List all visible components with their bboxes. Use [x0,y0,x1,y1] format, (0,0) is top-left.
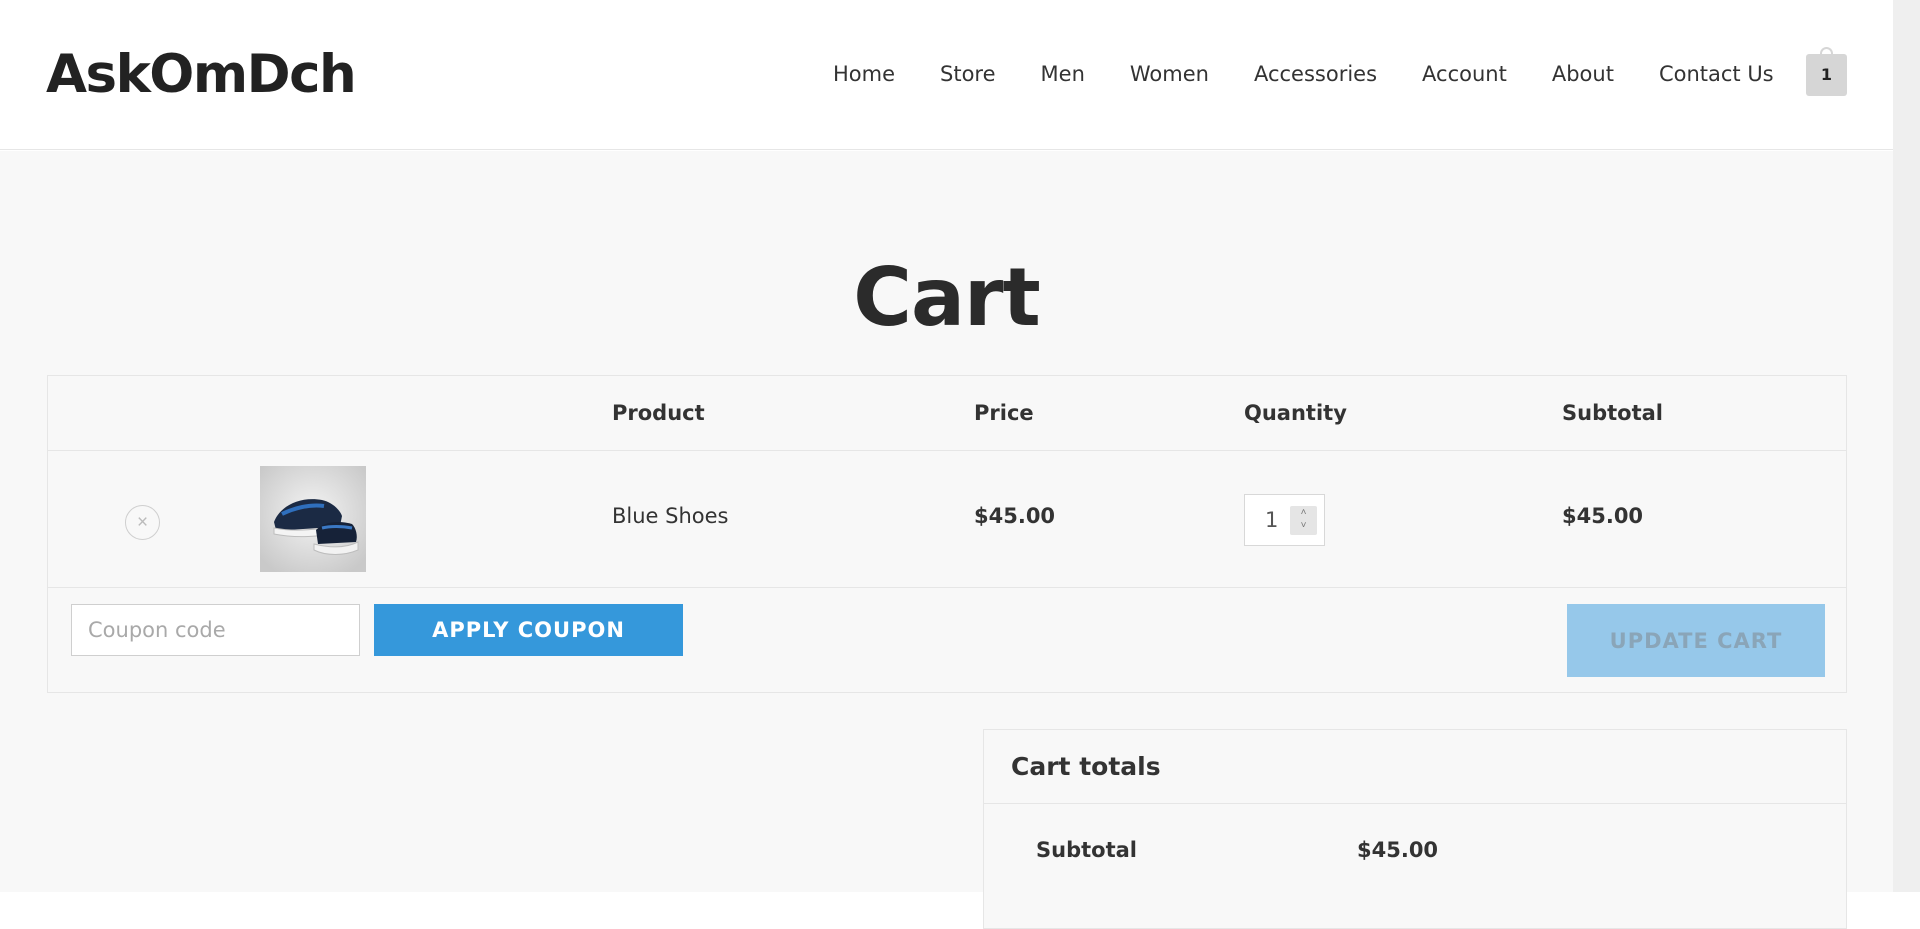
quantity-spin-buttons[interactable]: ˄ ˅ [1290,506,1317,535]
column-header-price: Price [974,401,1034,425]
remove-item-icon[interactable]: × [125,505,160,540]
cart-totals: Cart totals Subtotal $45.00 [983,729,1847,929]
cart-count-badge: 1 [1820,65,1833,84]
product-subtotal: $45.00 [1562,504,1644,528]
quantity-stepper[interactable]: 1 ˄ ˅ [1244,494,1325,546]
cart-totals-header: Cart totals [984,730,1846,804]
scrollbar-track[interactable] [1893,0,1920,892]
update-cart-button[interactable]: UPDATE CART [1567,604,1825,677]
coupon-code-input[interactable] [71,604,360,656]
totals-subtotal-label: Subtotal [1036,838,1137,862]
nav-item-women[interactable]: Women [1130,62,1209,86]
shoe-image[interactable] [260,466,366,572]
shoe-image-graphic [260,466,366,572]
column-header-product: Product [612,401,705,425]
main-nav: Home Store Men Women Accessories Account… [833,62,1774,86]
column-header-subtotal: Subtotal [1562,401,1663,425]
totals-subtotal-value: $45.00 [1357,838,1439,862]
page-title: Cart [853,251,1040,344]
nav-item-men[interactable]: Men [1041,62,1085,86]
site-logo[interactable]: AskOmDch [46,44,357,105]
totals-row-subtotal: Subtotal $45.00 [984,804,1846,884]
column-header-quantity: Quantity [1244,401,1347,425]
nav-item-account[interactable]: Account [1422,62,1507,86]
nav-item-accessories[interactable]: Accessories [1254,62,1377,86]
cart-bag-handle [1820,47,1833,57]
nav-item-home[interactable]: Home [833,62,895,86]
nav-item-store[interactable]: Store [940,62,996,86]
table-row: × Blue Shoes $45.00 1 ˄ ˅ $45.00 [48,451,1846,588]
nav-item-contact-us[interactable]: Contact Us [1659,62,1774,86]
cart-table: Product Price Quantity Subtotal × Blue S… [47,375,1847,693]
page-content: Cart Product Price Quantity Subtotal × B… [0,151,1893,929]
cart-table-header: Product Price Quantity Subtotal [48,376,1846,451]
chevron-up-icon[interactable]: ˄ [1290,506,1317,519]
cart-totals-title: Cart totals [1011,752,1161,781]
product-price: $45.00 [974,504,1056,528]
product-name[interactable]: Blue Shoes [612,504,729,528]
cart-actions: APPLY COUPON UPDATE CART [48,588,1846,694]
nav-item-about[interactable]: About [1552,62,1614,86]
chevron-down-icon[interactable]: ˅ [1290,519,1317,532]
apply-coupon-button[interactable]: APPLY COUPON [374,604,683,656]
cart-bag-icon[interactable]: 1 [1806,47,1847,96]
quantity-value[interactable]: 1 [1265,508,1278,532]
site-header: AskOmDch Home Store Men Women Accessorie… [0,0,1893,150]
